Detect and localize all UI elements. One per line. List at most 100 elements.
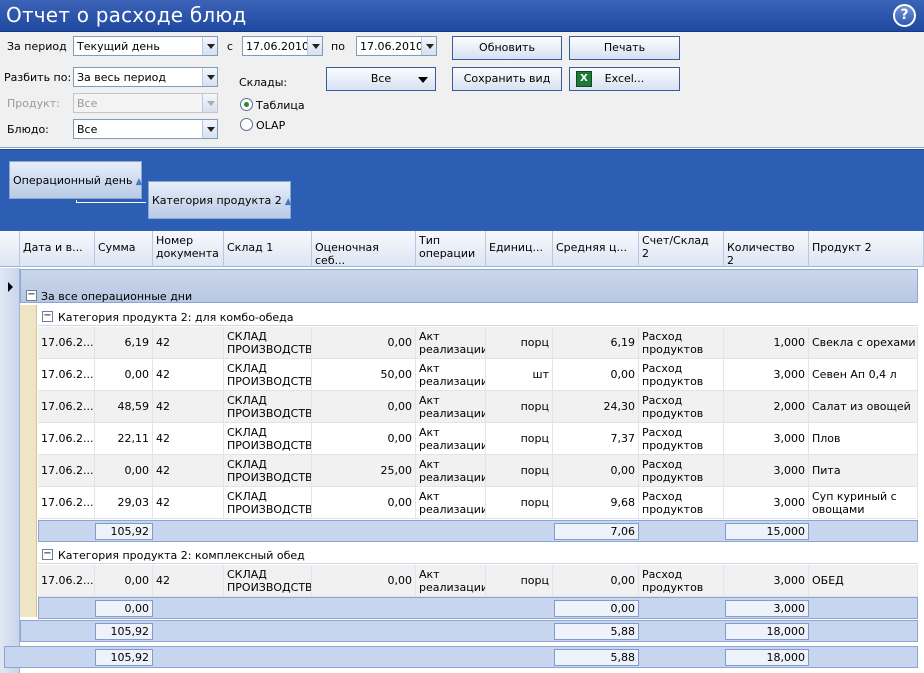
- cell-wh[interactable]: СКЛАД ПРОИЗВОДСТВА: [224, 565, 312, 597]
- column-header-account[interactable]: Счет/Склад 2: [639, 231, 724, 267]
- cell-op[interactable]: Акт реализации: [416, 487, 486, 519]
- date-from-picker[interactable]: 17.06.2010: [242, 36, 323, 56]
- date-to-picker[interactable]: 17.06.2010: [356, 36, 437, 56]
- chevron-down-icon[interactable]: [307, 37, 322, 55]
- cell-cost[interactable]: 0,00: [312, 423, 416, 455]
- cell-qty[interactable]: 3,000: [724, 487, 809, 519]
- cell-doc[interactable]: 42: [153, 359, 224, 391]
- column-header-operation-type[interactable]: Тип операции: [416, 231, 486, 267]
- column-header-sum[interactable]: Сумма: [95, 231, 153, 267]
- table-row[interactable]: 17.06.2... 6,19 42 СКЛАД ПРОИЗВОДСТВА 0,00 Акт…: [38, 327, 918, 359]
- cell-avg[interactable]: 0,00: [553, 455, 639, 487]
- column-header-date[interactable]: Дата и в...: [20, 231, 95, 267]
- cell-date[interactable]: 17.06.2...: [38, 423, 95, 455]
- cell-unit[interactable]: порц: [486, 487, 553, 519]
- print-button[interactable]: Печать: [569, 36, 680, 60]
- chevron-down-icon[interactable]: [202, 68, 217, 86]
- cell-sum[interactable]: 48,59: [95, 391, 153, 423]
- cell-acc[interactable]: Расход продуктов: [639, 487, 724, 519]
- cell-sum[interactable]: 6,19: [95, 327, 153, 359]
- column-header-cost[interactable]: Оценочная себ...: [312, 231, 416, 267]
- cell-doc[interactable]: 42: [153, 455, 224, 487]
- table-row[interactable]: 17.06.2... 22,11 42 СКЛАД ПРОИЗВОДСТВА 0,00 Ак…: [38, 423, 918, 455]
- cell-unit[interactable]: порц: [486, 455, 553, 487]
- cell-unit[interactable]: порц: [486, 391, 553, 423]
- cell-op[interactable]: Акт реализации: [416, 391, 486, 423]
- chevron-down-icon[interactable]: [421, 37, 436, 55]
- cell-sum[interactable]: 0,00: [95, 565, 153, 597]
- cell-op[interactable]: Акт реализации: [416, 455, 486, 487]
- group-row-all-days[interactable]: − За все операционные дни: [20, 269, 918, 303]
- cell-acc[interactable]: Расход продуктов: [639, 455, 724, 487]
- cell-sum[interactable]: 22,11: [95, 423, 153, 455]
- cell-wh[interactable]: СКЛАД ПРОИЗВОДСТВА: [224, 423, 312, 455]
- cell-cost[interactable]: 25,00: [312, 455, 416, 487]
- cell-unit[interactable]: порц: [486, 565, 553, 597]
- cell-cost[interactable]: 0,00: [312, 327, 416, 359]
- column-header-quantity[interactable]: Количество 2: [724, 231, 809, 267]
- cell-qty[interactable]: 3,000: [724, 565, 809, 597]
- group-chip-operational-day[interactable]: Операционный день ▲: [9, 161, 142, 199]
- cell-product[interactable]: Пита: [809, 455, 918, 487]
- cell-product[interactable]: ОБЕД: [809, 565, 918, 597]
- cell-unit[interactable]: шт: [486, 359, 553, 391]
- column-header-unit[interactable]: Единиц...: [486, 231, 553, 267]
- cell-wh[interactable]: СКЛАД ПРОИЗВОДСТВА: [224, 359, 312, 391]
- group-row-category[interactable]: − Категория продукта 2: для комбо-обеда: [38, 305, 918, 326]
- warehouses-dropdown[interactable]: Все: [326, 67, 436, 91]
- cell-date[interactable]: 17.06.2...: [38, 487, 95, 519]
- save-view-button[interactable]: Сохранить вид: [452, 67, 562, 91]
- cell-qty[interactable]: 3,000: [724, 455, 809, 487]
- column-header-avg-price[interactable]: Средняя ц...: [553, 231, 639, 267]
- chevron-down-icon[interactable]: [202, 37, 217, 55]
- collapse-icon[interactable]: −: [26, 290, 37, 301]
- view-table-radio[interactable]: [240, 98, 253, 111]
- cell-acc[interactable]: Расход продуктов: [639, 359, 724, 391]
- cell-qty[interactable]: 1,000: [724, 327, 809, 359]
- cell-date[interactable]: 17.06.2...: [38, 359, 95, 391]
- split-select[interactable]: За весь период: [73, 67, 218, 87]
- cell-product[interactable]: Плов: [809, 423, 918, 455]
- collapse-icon[interactable]: −: [42, 549, 53, 560]
- cell-op[interactable]: Акт реализации: [416, 565, 486, 597]
- cell-qty[interactable]: 3,000: [724, 359, 809, 391]
- cell-doc[interactable]: 42: [153, 487, 224, 519]
- column-header-product[interactable]: Продукт 2: [809, 231, 924, 267]
- cell-sum[interactable]: 29,03: [95, 487, 153, 519]
- refresh-button[interactable]: Обновить: [452, 36, 562, 60]
- cell-avg[interactable]: 0,00: [553, 359, 639, 391]
- table-row[interactable]: 17.06.2... 0,00 42 СКЛАД ПРОИЗВОДСТВА 50,00 Ак…: [38, 359, 918, 391]
- cell-date[interactable]: 17.06.2...: [38, 391, 95, 423]
- table-row[interactable]: 17.06.2... 0,00 42 СКЛАД ПРОИЗВОДСТВА 0,00 Акт…: [38, 565, 918, 597]
- cell-sum[interactable]: 0,00: [95, 455, 153, 487]
- cell-acc[interactable]: Расход продуктов: [639, 423, 724, 455]
- row-indicator-column[interactable]: [0, 268, 20, 673]
- collapse-icon[interactable]: −: [42, 311, 53, 322]
- cell-cost[interactable]: 0,00: [312, 487, 416, 519]
- cell-avg[interactable]: 0,00: [553, 565, 639, 597]
- view-olap-radio[interactable]: [240, 118, 253, 131]
- cell-avg[interactable]: 7,37: [553, 423, 639, 455]
- period-select[interactable]: Текущий день: [73, 36, 218, 56]
- cell-avg[interactable]: 24,30: [553, 391, 639, 423]
- cell-date[interactable]: 17.06.2...: [38, 455, 95, 487]
- cell-unit[interactable]: порц: [486, 327, 553, 359]
- cell-avg[interactable]: 9,68: [553, 487, 639, 519]
- cell-wh[interactable]: СКЛАД ПРОИЗВОДСТВА: [224, 327, 312, 359]
- cell-product[interactable]: Салат из овощей: [809, 391, 918, 423]
- table-row[interactable]: 17.06.2... 29,03 42 СКЛАД ПРОИЗВОДСТВА 0,00 Ак…: [38, 487, 918, 519]
- cell-date[interactable]: 17.06.2...: [38, 327, 95, 359]
- table-row[interactable]: 17.06.2... 0,00 42 СКЛАД ПРОИЗВОДСТВА 25,00 Ак…: [38, 455, 918, 487]
- cell-cost[interactable]: 0,00: [312, 391, 416, 423]
- cell-date[interactable]: 17.06.2...: [38, 565, 95, 597]
- cell-product[interactable]: Севен Ап 0,4 л: [809, 359, 918, 391]
- group-chip-product-category[interactable]: Категория продукта 2 ▲: [148, 181, 292, 219]
- view-olap-label[interactable]: OLAP: [256, 119, 285, 132]
- table-row[interactable]: 17.06.2... 48,59 42 СКЛАД ПРОИЗВОДСТВА 0,00 Ак…: [38, 391, 918, 423]
- cell-product[interactable]: Суп куриный с овощами: [809, 487, 918, 519]
- dish-select[interactable]: Все: [73, 119, 218, 139]
- help-icon[interactable]: ?: [893, 4, 916, 27]
- cell-product[interactable]: Свекла с орехами: [809, 327, 918, 359]
- cell-op[interactable]: Акт реализации: [416, 423, 486, 455]
- column-header-document[interactable]: Номер документа: [153, 231, 224, 267]
